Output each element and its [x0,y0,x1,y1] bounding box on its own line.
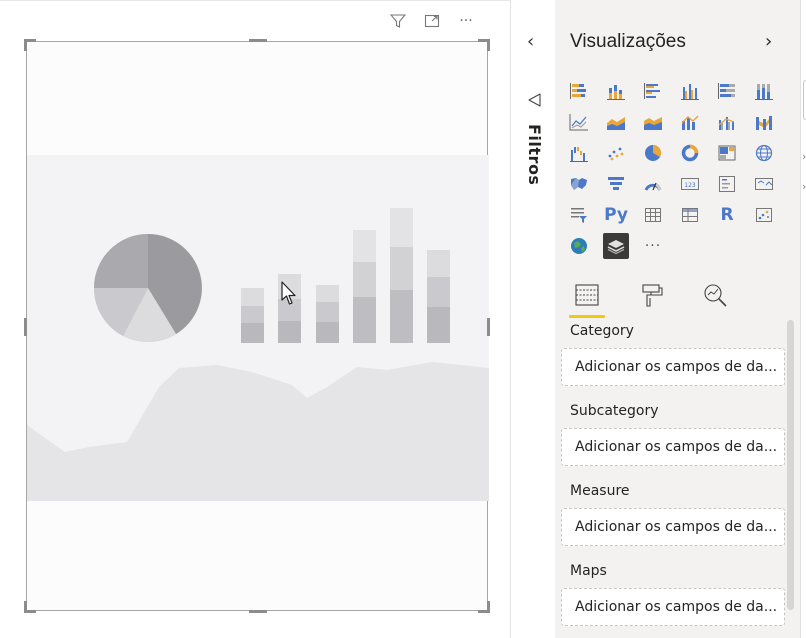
visualizations-tabs [567,280,735,318]
svg-text:123: 123 [684,182,696,189]
focus-mode-icon[interactable] [422,11,442,31]
funnel-icon[interactable] [603,171,629,197]
resize-handle-left[interactable] [24,318,27,336]
table-icon[interactable] [640,202,666,228]
more-visuals-label: ··· [644,238,662,254]
visualizations-expand-button[interactable]: › [765,31,772,52]
field-wells: Category Adicionar os campos de da... Su… [555,320,800,638]
clustered-column-chart-icon[interactable] [677,78,703,104]
gauge-icon[interactable] [640,171,666,197]
well-drop-zone[interactable]: Adicionar os campos de da... [561,428,785,466]
filters-label[interactable]: Filtros [525,124,544,185]
well-label: Subcategory [570,403,659,419]
report-editor: ··· ‹ Filtros Visualizações › 123 Py R ·… [0,0,806,638]
slicer-icon[interactable] [566,202,592,228]
well-label: Maps [570,563,607,579]
resize-handle-tl-v[interactable] [24,39,27,51]
100-stacked-bar-chart-icon[interactable] [714,78,740,104]
well-drop-zone[interactable]: Adicionar os campos de da... [561,508,785,546]
resize-handle-tr-v[interactable] [487,39,490,51]
placeholder-pie [93,234,202,342]
resize-handle-top[interactable] [249,39,267,42]
format-tab-icon[interactable] [631,280,671,318]
r-visual-label: R [720,205,734,225]
card-icon[interactable]: 123 [677,171,703,197]
key-influencers-icon[interactable] [751,202,777,228]
area-chart-icon[interactable] [603,109,629,135]
well-measure: Measure Adicionar os campos de da... [555,480,800,560]
visual-placeholder[interactable] [24,39,490,613]
report-canvas[interactable]: ··· [0,0,510,638]
funnel-filter-icon [528,93,541,107]
visual-type-gallery: 123 Py R ··· [566,78,779,259]
resize-handle-br-v[interactable] [487,601,490,613]
arcgis-map-icon[interactable] [566,233,592,259]
visualizations-pane: Visualizações › 123 Py R ··· Category Ad… [555,0,800,638]
fields-tab-icon[interactable] [567,280,607,318]
more-options-icon[interactable]: ··· [456,11,476,31]
fields-pane-edge[interactable]: › › [800,0,806,638]
kpi-icon[interactable] [751,171,777,197]
chevron-right-icon: › [802,180,806,193]
more-options-label: ··· [459,13,473,29]
mouse-cursor-icon [281,281,296,305]
pie-chart-icon[interactable] [640,140,666,166]
matrix-icon[interactable] [677,202,703,228]
well-drop-zone[interactable]: Adicionar os campos de da... [561,588,785,626]
stacked-bar-chart-icon[interactable] [566,78,592,104]
r-visual-icon[interactable]: R [714,202,740,228]
well-category: Category Adicionar os campos de da... [555,320,800,400]
treemap-icon[interactable] [714,140,740,166]
line-and-stacked-column-chart-icon[interactable] [677,109,703,135]
well-drop-zone[interactable]: Adicionar os campos de da... [561,348,785,386]
waterfall-chart-icon[interactable] [566,140,592,166]
chevron-right-icon: › [802,150,806,163]
donut-chart-icon[interactable] [677,140,703,166]
filled-map-icon[interactable] [566,171,592,197]
more-visuals-icon[interactable]: ··· [640,233,666,259]
well-label: Measure [570,483,630,499]
clustered-bar-chart-icon[interactable] [640,78,666,104]
analytics-tab-icon[interactable] [695,280,735,318]
line-and-clustered-column-chart-icon[interactable] [714,109,740,135]
filter-icon[interactable] [388,11,408,31]
resize-handle-bottom[interactable] [249,610,267,613]
visualizations-title: Visualizações [570,31,686,52]
multi-row-card-icon[interactable] [714,171,740,197]
visual-header: ··· [388,11,476,31]
map-icon[interactable] [751,140,777,166]
stacked-area-chart-icon[interactable] [640,109,666,135]
custom-visual-icon[interactable] [603,233,629,259]
well-label: Category [570,323,634,339]
100-stacked-column-chart-icon[interactable] [751,78,777,104]
line-chart-icon[interactable] [566,109,592,135]
resize-handle-bl-v[interactable] [24,601,27,613]
stacked-column-chart-icon[interactable] [603,78,629,104]
python-visual-icon[interactable]: Py [603,202,629,228]
well-subcategory: Subcategory Adicionar os campos de da... [555,400,800,480]
scatter-chart-icon[interactable] [603,140,629,166]
ribbon-chart-icon[interactable] [751,109,777,135]
visual-placeholder-graphic [27,155,489,501]
well-maps: Maps Adicionar os campos de da... [555,560,800,638]
python-visual-label: Py [604,205,628,225]
wells-scrollbar[interactable] [787,320,794,610]
filters-pane[interactable]: ‹ Filtros [511,0,555,638]
resize-handle-right[interactable] [487,318,490,336]
filters-collapse-button[interactable]: ‹ [527,32,543,52]
